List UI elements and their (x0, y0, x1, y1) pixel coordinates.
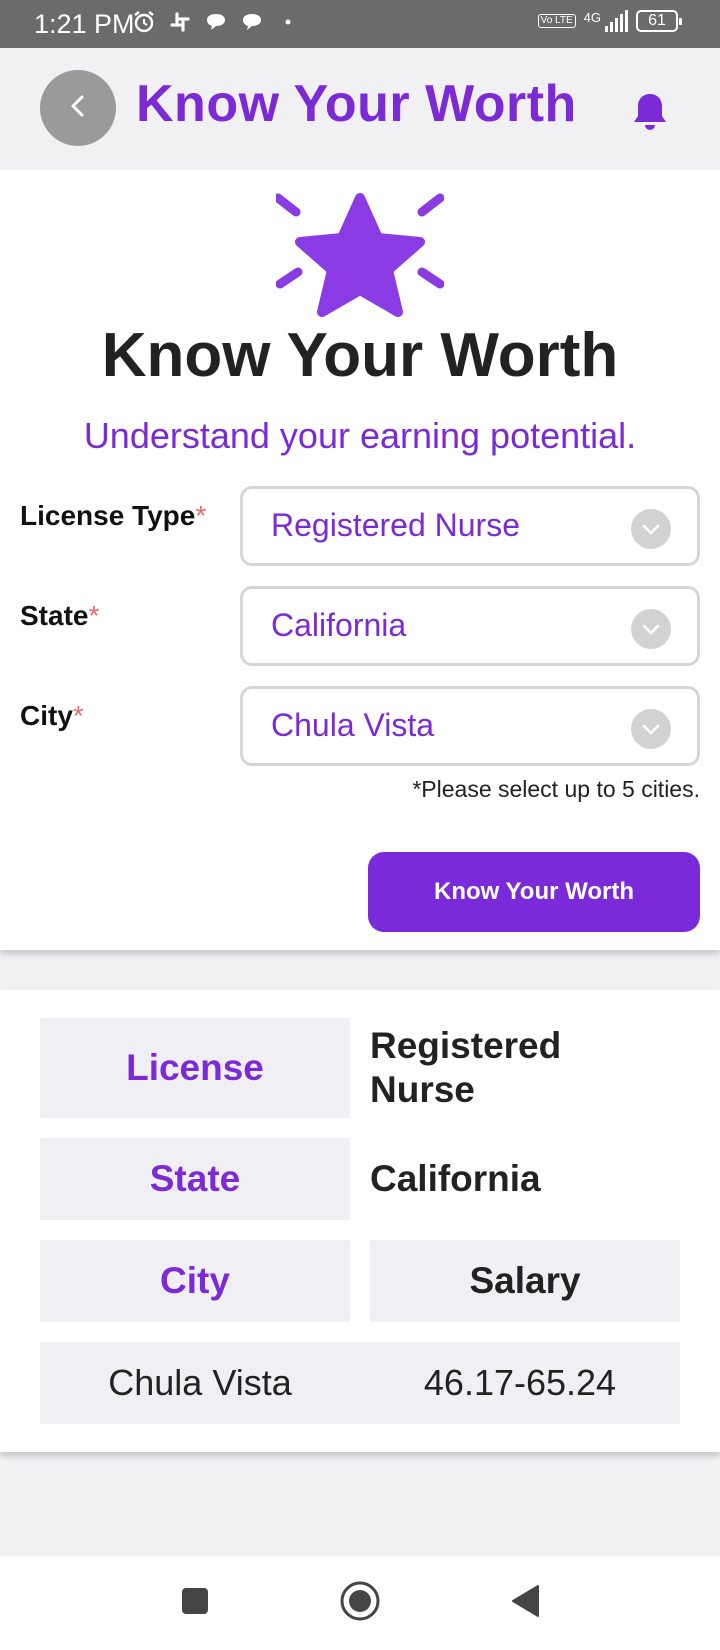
bell-icon[interactable] (626, 88, 674, 136)
state-value-result: California (370, 1158, 541, 1199)
state-select[interactable]: California (240, 586, 700, 666)
worth-form-card: Know Your Worth Understand your earning … (0, 170, 720, 950)
state-row: State* California (0, 586, 720, 666)
state-header: State (40, 1138, 350, 1220)
result-salary: 46.17-65.24 (423, 1362, 617, 1403)
city-limit-hint: *Please select up to 5 cities. (412, 776, 700, 802)
chat-icon (204, 10, 228, 34)
city-select[interactable]: Chula Vista (240, 686, 700, 766)
license-value: Registered Nurse (370, 1025, 562, 1110)
city-row: City* Chula Vista (0, 686, 720, 766)
volte-icon: Vo LTE (537, 14, 576, 28)
alarm-icon (132, 10, 156, 34)
back-nav-button[interactable] (500, 1578, 550, 1628)
dot-icon (276, 10, 300, 34)
hero-subtitle: Understand your earning potential. (83, 415, 637, 456)
chevron-down-icon (631, 609, 671, 649)
table-row: Chula Vista 46.17-65.24 (40, 1342, 680, 1424)
triangle-back-icon (509, 1584, 541, 1623)
top-app-bar: Know Your Worth (0, 48, 720, 168)
network-type: 4G (583, 10, 601, 25)
city-header: City (40, 1240, 350, 1322)
state-value: California (271, 607, 407, 643)
system-icons: Vo LTE 4G 61 (537, 10, 682, 32)
recents-button[interactable] (170, 1578, 220, 1628)
back-button[interactable] (40, 70, 116, 146)
star-icon (273, 188, 445, 338)
chevron-down-icon (631, 509, 671, 549)
home-button[interactable] (335, 1578, 385, 1628)
city-value: Chula Vista (271, 707, 435, 743)
square-icon (180, 1586, 210, 1621)
license-type-row: License Type* Registered Nurse (0, 486, 720, 566)
battery-icon: 61 (636, 10, 682, 32)
system-nav-bar (0, 1556, 720, 1650)
signal-icon: 4G (584, 10, 628, 32)
home-circle-icon (339, 1580, 381, 1627)
license-header: License (40, 1018, 350, 1118)
chevron-down-icon (631, 709, 671, 749)
results-card: License Registered Nurse State Californi… (0, 990, 720, 1452)
status-bar: 1:21 PM Vo LTE 4G 61 (0, 0, 720, 48)
status-time: 1:21 PM (34, 9, 135, 39)
license-type-select[interactable]: Registered Nurse (240, 486, 700, 566)
state-label: State* (20, 600, 100, 631)
slack-icon (168, 10, 192, 34)
page-title: Know Your Worth (136, 75, 577, 133)
license-type-value: Registered Nurse (271, 507, 520, 543)
chat-icon-2 (240, 10, 264, 34)
license-type-label: License Type* (20, 500, 207, 531)
notification-icons (132, 10, 300, 34)
result-city: Chula Vista (108, 1362, 292, 1403)
city-label: City* (20, 700, 84, 731)
hero-title: Know Your Worth (101, 321, 619, 390)
chevron-left-icon (63, 91, 93, 126)
salary-header: Salary (370, 1240, 680, 1322)
know-your-worth-button[interactable]: Know Your Worth (368, 852, 700, 932)
